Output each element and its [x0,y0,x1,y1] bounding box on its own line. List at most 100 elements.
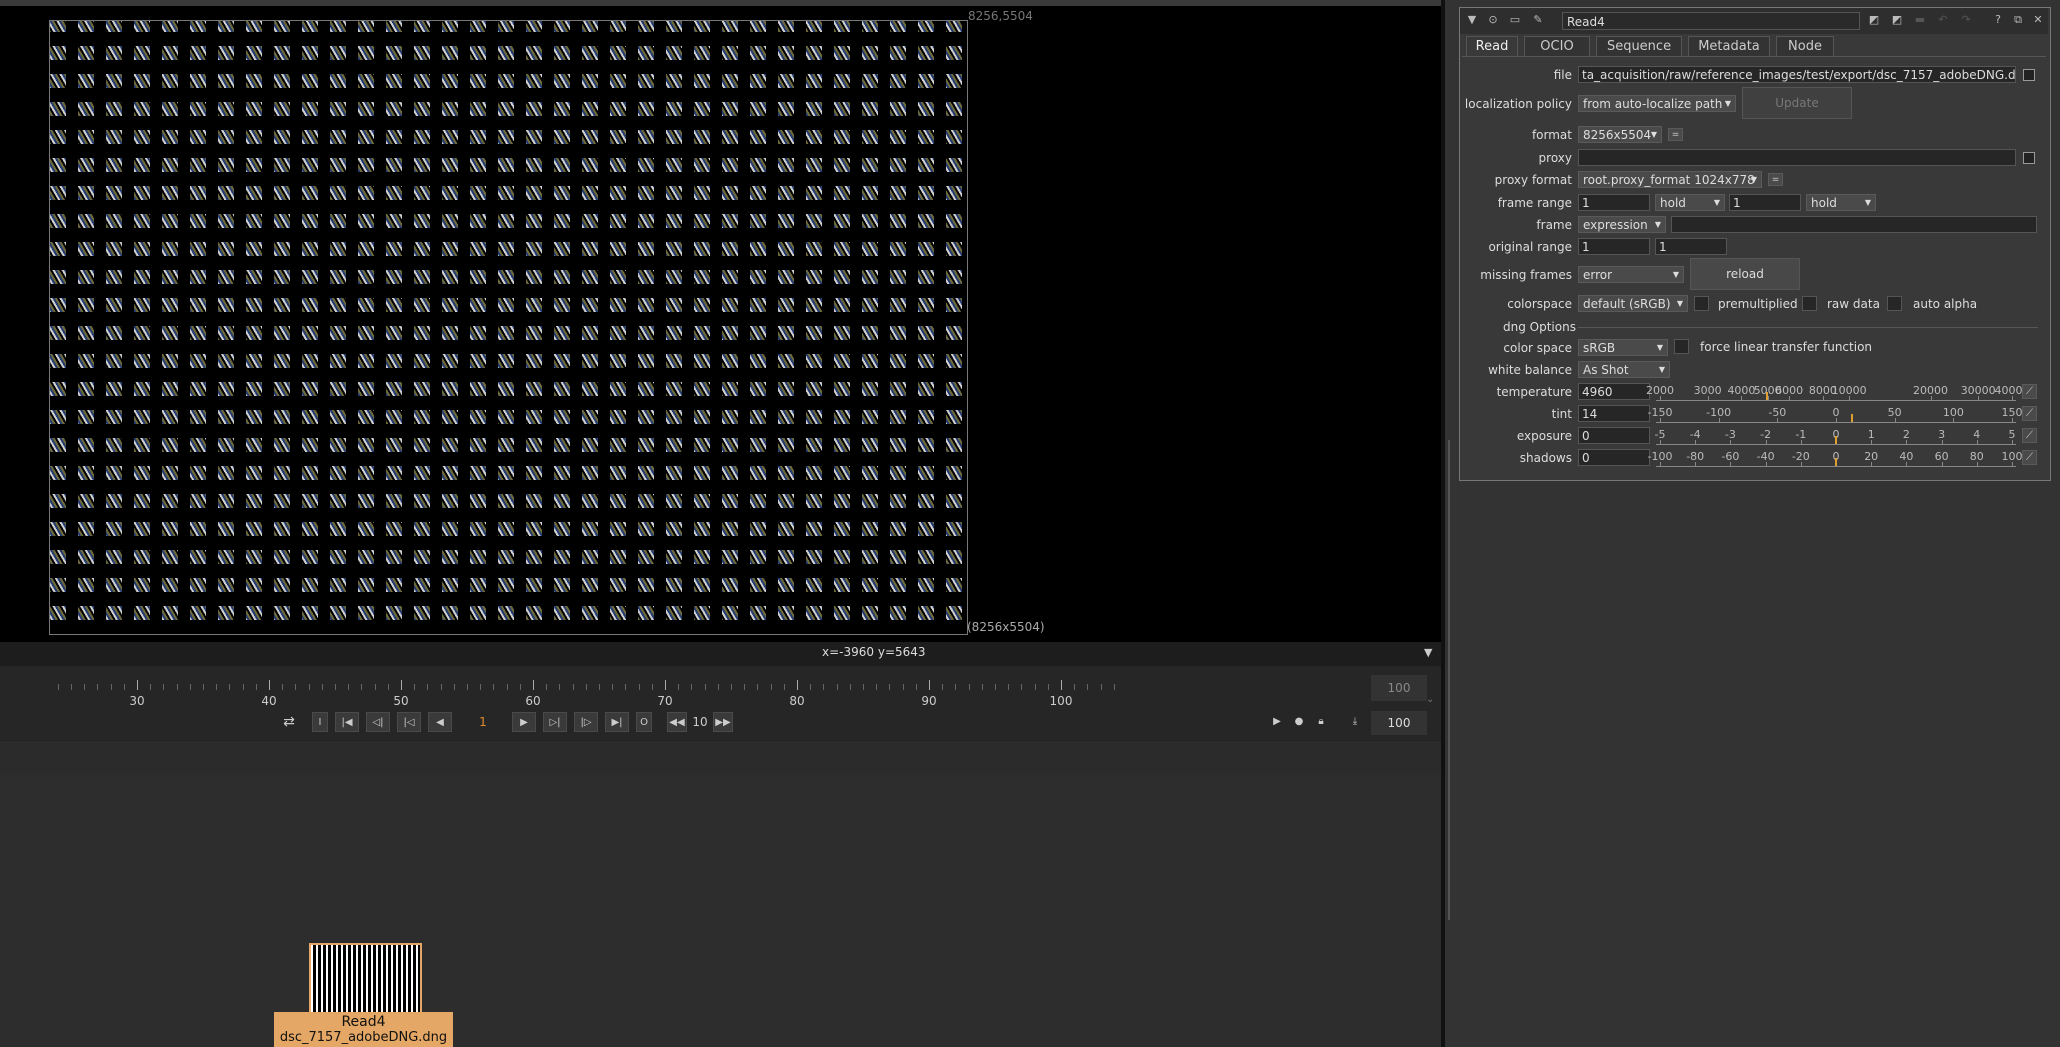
export-icon[interactable]: ⤓ [1346,712,1364,732]
colorspace-dropdown[interactable]: default (sRGB) ▼ [1578,295,1688,312]
exposure-slider[interactable]: -5 -4 -3 -2 -1 0 1 2 3 4 5 [1655,428,2016,445]
next-keyframe-icon[interactable]: |▷ [574,712,598,732]
premultiplied-checkbox[interactable] [1694,296,1709,311]
record-icon[interactable]: ● [1290,712,1308,732]
monitor-play-icon[interactable]: ▶ [1268,712,1286,732]
node-title-field[interactable]: Read4 [1562,12,1860,30]
ruler-tick [480,684,482,690]
close-icon[interactable]: ✕ [2030,12,2046,28]
ruler-tick [189,684,191,690]
localization-label: localization policy [1464,97,1572,111]
temperature-slider[interactable]: 2000 3000 4000 5000 6000 8000 10000 20000 30000 4… [1646,384,2030,401]
step-forward-icon[interactable]: ▷| [543,712,567,732]
ruler-end-frame[interactable]: 100 [1371,675,1427,701]
white-balance-value: As Shot [1583,363,1629,377]
revert-icon[interactable]: ▬ [1912,12,1928,28]
step-back-icon[interactable]: |◁ [397,712,421,732]
frame-range-end-field[interactable]: 1 [1729,194,1801,211]
auto-alpha-checkbox[interactable] [1887,296,1902,311]
slider-knob[interactable] [1765,392,1768,400]
exposure-field[interactable]: 0 [1578,427,1650,444]
help-icon[interactable]: ? [1990,12,2006,28]
slider-knob[interactable] [1851,414,1854,422]
tab-metadata[interactable]: Metadata [1688,36,1770,56]
last-frame-icon[interactable]: ▶| [605,712,629,732]
frame-range-start-mode[interactable]: hold ▼ [1655,194,1725,211]
skip-back-icon[interactable]: ◀◀ [667,712,687,732]
play-backward-icon[interactable]: ◀ [428,712,452,732]
animation-curve-icon[interactable]: ⟋ [2022,384,2037,399]
collapse-icon[interactable]: ▼ [1464,12,1480,28]
redo-icon[interactable]: ↷ [1958,12,1974,28]
temperature-field[interactable]: 4960 [1578,383,1650,400]
color-space-dropdown[interactable]: sRGB ▼ [1578,339,1668,356]
proxy-format-edit-button[interactable]: = [1768,173,1783,186]
slider-knob[interactable] [1835,436,1837,444]
animation-curve-icon[interactable]: ⟋ [2022,450,2037,465]
format-edit-button[interactable]: = [1668,128,1683,141]
animation-curve-icon[interactable]: ⟋ [2022,428,2037,443]
frame-mode-dropdown[interactable]: expression ▼ [1578,216,1666,233]
prev-keyframe-icon[interactable]: ◁| [366,712,390,732]
lock-icon[interactable]: 🔒︎ [1312,712,1330,732]
slider-knob[interactable] [1835,458,1837,466]
raw-data-checkbox[interactable] [1802,296,1817,311]
file-browse-icon[interactable] [2023,69,2035,81]
out-point-button[interactable]: O [636,712,652,732]
animation-curve-icon[interactable]: ⟋ [2022,406,2037,421]
loop-icon[interactable]: ⇄ [278,712,300,732]
proxy-format-value: root.proxy_format 1024x778 [1583,173,1755,187]
chevron-down-icon[interactable]: ⌄ [1426,694,1434,705]
ruler-tick [876,684,878,690]
format-dropdown[interactable]: 8256x5504 ▼ [1578,126,1662,143]
exposure-label: exposure [1516,429,1572,443]
viewer-image[interactable] [49,20,968,635]
frame-expression-field[interactable] [1671,216,2037,233]
end-frame-field[interactable]: 100 [1371,711,1427,735]
frame-step-field[interactable]: 10 [688,712,712,732]
node-thumbnail[interactable] [309,943,422,1014]
tab-read[interactable]: Read [1466,36,1518,56]
shadows-slider[interactable]: -100 -80 -60 -40 -20 0 20 40 60 80 100 [1648,450,2023,467]
frame-range-start-field[interactable]: 1 [1578,194,1650,211]
slider-tick [1800,440,1802,444]
missing-frames-dropdown[interactable]: error ▼ [1578,266,1684,283]
skip-forward-icon[interactable]: ▶▶ [713,712,733,732]
tab-node[interactable]: Node [1776,36,1834,56]
file-path-field[interactable]: ta_acquisition/raw/reference_images/test… [1578,66,2016,83]
undo-icon[interactable]: ↶ [1935,12,1951,28]
frame-ruler[interactable]: 30 40 50 60 70 80 90 100 [0,670,1370,708]
reload-button[interactable]: reload [1690,258,1800,290]
edit-alt-icon[interactable]: ◩ [1889,12,1905,28]
original-range-end-field[interactable]: 1 [1655,238,1727,255]
wrench-icon[interactable]: ✎ [1530,12,1546,28]
center-node-icon[interactable]: ⊙ [1485,12,1501,28]
ruler-tick-label: 40 [261,694,277,708]
scroll-handle[interactable] [1448,440,1450,920]
first-frame-icon[interactable]: |◀ [335,712,359,732]
tab-ocio[interactable]: OCIO [1524,36,1590,56]
proxy-path-field[interactable] [1578,149,2016,166]
play-forward-icon[interactable]: ▶ [512,712,536,732]
edit-icon[interactable]: ◩ [1866,12,1882,28]
proxy-browse-icon[interactable] [2023,152,2035,164]
tint-field[interactable]: 14 [1578,405,1650,422]
node-graph[interactable] [0,775,1441,1047]
in-point-button[interactable]: I [312,712,328,732]
original-range-start-field[interactable]: 1 [1578,238,1650,255]
float-icon[interactable]: ⧉ [2010,12,2026,28]
proxy-format-dropdown[interactable]: root.proxy_format 1024x778 ▼ [1578,171,1762,188]
input-icon[interactable]: ▭ [1507,12,1523,28]
frame-range-end-mode[interactable]: hold ▼ [1806,194,1876,211]
shadows-field[interactable]: 0 [1578,449,1650,466]
localization-dropdown[interactable]: from auto-localize path ▼ [1578,95,1736,112]
white-balance-dropdown[interactable]: As Shot ▼ [1578,361,1670,378]
force-linear-checkbox[interactable] [1674,339,1689,354]
triangle-down-icon[interactable]: ▼ [1424,646,1432,659]
ruler-tick [71,684,72,690]
current-frame-field[interactable]: 1 [458,712,508,732]
tab-sequence[interactable]: Sequence [1596,36,1682,56]
caret-icon: ▼ [1658,365,1665,374]
tint-slider[interactable]: -150 -100 -50 0 50 100 150 [1648,406,2023,423]
update-button[interactable]: Update [1742,87,1852,119]
